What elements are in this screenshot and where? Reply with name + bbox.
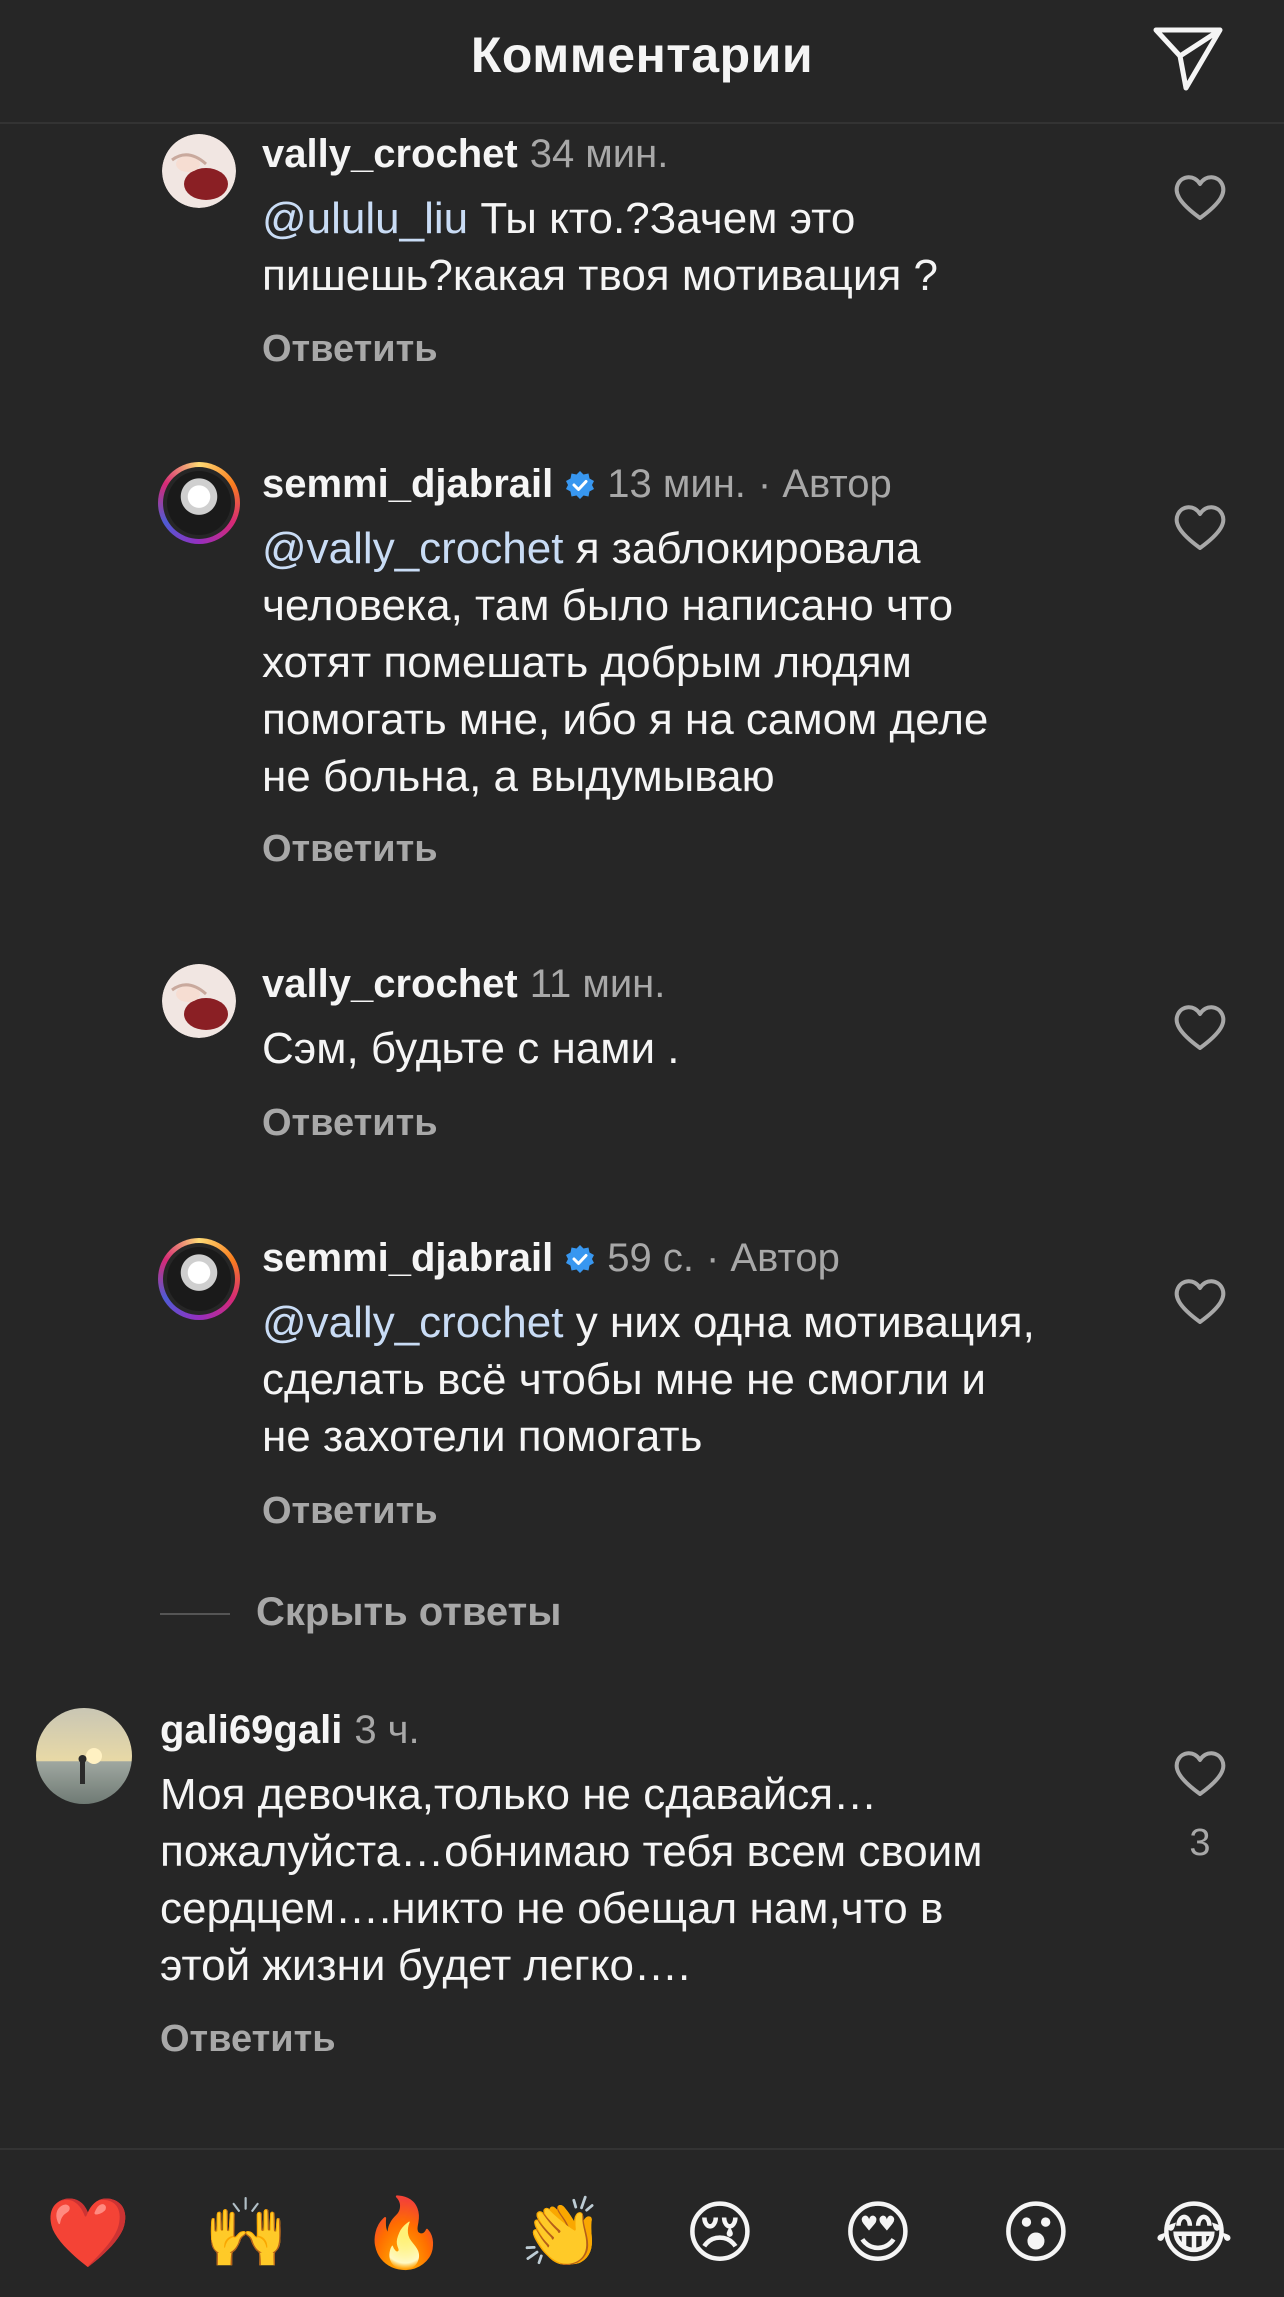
comment-time: 11 мин.: [529, 962, 666, 1006]
page-title: Комментарии: [470, 27, 814, 83]
surprised-face-emoji[interactable]: 😮: [992, 2190, 1080, 2278]
mention-link[interactable]: @vally_crochet: [262, 1298, 563, 1347]
comment-meta: vally_crochet 34 мин.: [262, 130, 668, 178]
red-heart-emoji[interactable]: ❤️: [44, 2190, 132, 2278]
username[interactable]: semmi_djabrail: [262, 1236, 553, 1280]
verified-badge-icon: [566, 1245, 595, 1273]
comment-time: 13 мин.: [607, 462, 746, 506]
comment-text: Сэм, будьте с нами .: [262, 1024, 680, 1073]
comment-meta: gali69gali 3 ч.: [160, 1706, 420, 1754]
comment-meta: vally_crochet 11 мин.: [262, 960, 665, 1008]
author-tag: · Автор: [757, 462, 892, 506]
comment-text: @ululu_liu Ты кто.?Зачем это пишешь?кака…: [262, 194, 938, 300]
username[interactable]: vally_crochet: [262, 132, 518, 176]
heart-icon[interactable]: [1172, 502, 1228, 552]
reply-button[interactable]: Ответить: [262, 328, 438, 371]
comment-meta: semmi_djabrail 59 с. · Автор: [262, 1234, 840, 1282]
avatar[interactable]: [158, 462, 240, 544]
comments-header: Комментарии: [0, 0, 1284, 124]
comment-time: 3 ч.: [354, 1708, 420, 1752]
reply-button[interactable]: Ответить: [262, 1490, 438, 1533]
hide-replies-button[interactable]: Скрыть ответы: [256, 1590, 561, 1635]
divider: [160, 1613, 230, 1615]
reply-button[interactable]: Ответить: [262, 1102, 438, 1145]
comment-time: 34 мин.: [529, 132, 669, 176]
mention-link[interactable]: @vally_crochet: [262, 524, 563, 573]
avatar[interactable]: [36, 1708, 132, 1804]
mention-link[interactable]: @ululu_liu: [262, 194, 468, 243]
username[interactable]: vally_crochet: [262, 962, 518, 1006]
emoji-reaction-bar: ❤️ 🙌 🔥 👏 😢 😍 😮 😂: [0, 2148, 1284, 2297]
heart-eyes-emoji[interactable]: 😍: [834, 2190, 922, 2278]
like-count: 3: [1189, 1822, 1211, 1864]
avatar[interactable]: [158, 1238, 240, 1320]
avatar[interactable]: [162, 964, 236, 1038]
avatar[interactable]: [162, 134, 236, 208]
raising-hands-emoji[interactable]: 🙌: [202, 2190, 290, 2278]
heart-icon[interactable]: [1172, 1748, 1228, 1798]
comment-time: 59 с.: [607, 1236, 694, 1280]
heart-icon[interactable]: [1172, 1002, 1228, 1052]
comment-meta: semmi_djabrail 13 мин. · Автор: [262, 460, 892, 508]
heart-icon[interactable]: [1172, 1276, 1228, 1326]
comment-text: @vally_crochet я заблокировала человека,…: [262, 524, 989, 801]
reply-button[interactable]: Ответить: [262, 828, 438, 871]
crying-face-emoji[interactable]: 😢: [676, 2190, 764, 2278]
username[interactable]: gali69gali: [160, 1708, 342, 1752]
author-tag: · Автор: [705, 1236, 840, 1280]
comment-text: Моя девочка,только не сдавайся… пожалуйс…: [160, 1770, 983, 1990]
reply-button[interactable]: Ответить: [160, 2018, 336, 2061]
username[interactable]: semmi_djabrail: [262, 462, 553, 506]
tears-of-joy-emoji[interactable]: 😂: [1150, 2190, 1238, 2278]
heart-icon[interactable]: [1172, 172, 1228, 222]
clapping-hands-emoji[interactable]: 👏: [518, 2190, 606, 2278]
comment-text: @vally_crochet у них одна мотивация, сде…: [262, 1298, 1035, 1461]
paper-plane-icon[interactable]: [1150, 24, 1226, 94]
fire-emoji[interactable]: 🔥: [360, 2190, 448, 2278]
verified-badge-icon: [566, 471, 595, 499]
